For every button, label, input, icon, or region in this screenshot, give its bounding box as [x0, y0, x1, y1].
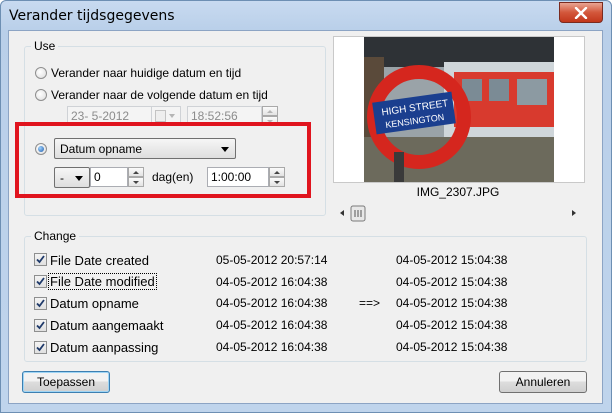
- change-item-new-date: 04-05-2012 15:04:38: [396, 275, 508, 289]
- change-item-new-date: 04-05-2012 15:04:38: [396, 296, 508, 310]
- window-title: Verander tijdsgegevens: [9, 8, 175, 24]
- checkmark-icon: [36, 299, 45, 308]
- checkbox-datum-opname[interactable]: [34, 297, 47, 310]
- change-item-old-date: 05-05-2012 20:57:14: [216, 253, 328, 267]
- change-item-label: Datum aangemaakt: [50, 318, 164, 333]
- checkbox-file-date-created[interactable]: [34, 253, 47, 266]
- change-item-new-date: 04-05-2012 15:04:38: [396, 253, 508, 267]
- change-item-new-date: 04-05-2012 15:04:38: [396, 318, 508, 332]
- change-item-old-date: 04-05-2012 16:04:38: [216, 340, 328, 354]
- change-item-label: File Date modified: [48, 273, 157, 290]
- checkbox-datum-aanpassing[interactable]: [34, 341, 47, 354]
- close-button[interactable]: [559, 2, 603, 23]
- change-group-label: Change: [31, 229, 80, 243]
- change-item-label: Datum opname: [50, 296, 139, 311]
- preview-filename: IMG_2307.JPG: [416, 185, 500, 199]
- apply-button[interactable]: Toepassen: [22, 371, 110, 393]
- preview-slider[interactable]: [333, 205, 583, 222]
- change-arrow: ==>: [359, 296, 381, 310]
- title-bar[interactable]: Verander tijdsgegevens: [1, 1, 611, 31]
- checkmark-icon: [36, 321, 45, 330]
- use-group-label: Use: [31, 39, 59, 53]
- cancel-button[interactable]: Annuleren: [499, 371, 587, 393]
- slider-right-icon[interactable]: [568, 206, 580, 221]
- slider-thumb[interactable]: [351, 206, 365, 221]
- radio-current-datetime[interactable]: [35, 67, 47, 79]
- change-item-new-date: 04-05-2012 15:04:38: [396, 340, 508, 354]
- checkbox-datum-aangemaakt[interactable]: [34, 319, 47, 332]
- change-item-old-date: 04-05-2012 16:04:38: [216, 296, 328, 310]
- change-item-old-date: 04-05-2012 16:04:38: [216, 318, 328, 332]
- close-icon: [574, 6, 588, 19]
- chevron-down-icon: [169, 114, 175, 118]
- checkmark-icon: [36, 277, 45, 286]
- change-item-label: Datum aanpassing: [50, 340, 159, 355]
- change-item-old-date: 04-05-2012 16:04:38: [216, 275, 328, 289]
- checkmark-icon: [36, 255, 45, 264]
- checkmark-icon: [36, 343, 45, 352]
- spin-up-icon[interactable]: [262, 106, 278, 116]
- radio-next-datetime-label: Verander naar de volgende datum en tijd: [51, 88, 268, 102]
- highlight-box: [15, 122, 311, 198]
- radio-current-datetime-label: Verander naar huidige datum en tijd: [51, 66, 242, 80]
- checkbox-file-date-modified[interactable]: [34, 275, 47, 288]
- radio-next-datetime[interactable]: [35, 89, 47, 101]
- photo-underground-sign: HIGH STREET KENSINGTON: [334, 37, 584, 182]
- calendar-icon: [155, 110, 166, 122]
- change-item-label: File Date created: [50, 253, 149, 268]
- preview-image: HIGH STREET KENSINGTON: [333, 36, 585, 183]
- slider-left-icon[interactable]: [336, 206, 348, 221]
